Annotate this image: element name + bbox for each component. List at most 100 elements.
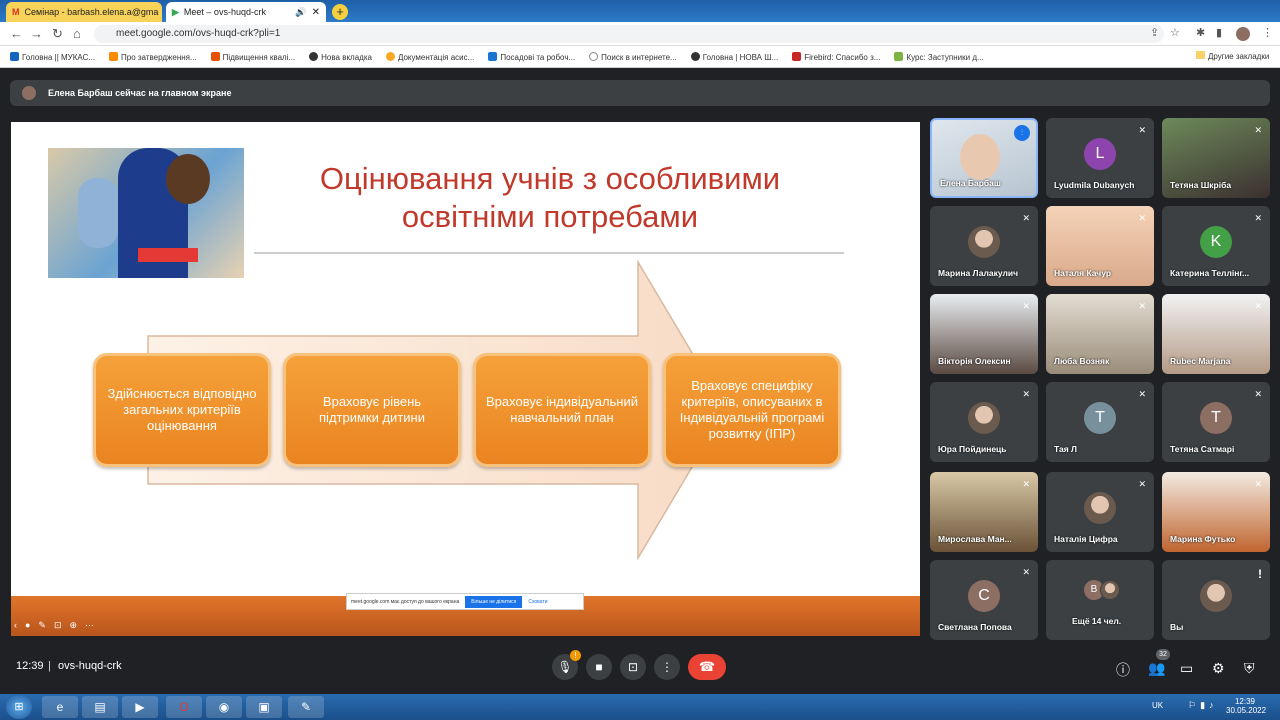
bookmarks-bar: Головна || МУКАС... Про затвердження... … (0, 46, 1280, 68)
bookmark-item[interactable]: Про затвердження... (109, 51, 197, 62)
participant-name: Lyudmila Dubanych (1054, 180, 1135, 190)
tray-icons[interactable]: ⚐▮♪ (1188, 700, 1218, 711)
bookmark-item[interactable]: Документація асис... (385, 51, 474, 62)
mic-off-icon: ✕ (1138, 213, 1146, 223)
folder-icon[interactable]: ▤ (82, 696, 118, 718)
participant-name: Марина Футько (1170, 534, 1236, 544)
bookmark-item[interactable]: Firebird: Спасибо з... (792, 51, 880, 62)
language-indicator[interactable]: UK (1152, 701, 1163, 710)
banner-text: Елена Барбаш сейчас на главном экране (48, 88, 232, 98)
participant-tile[interactable]: ✕ Rubec Marjana (1162, 294, 1270, 374)
participant-tile[interactable]: ✕ Наталя Качур (1046, 206, 1154, 286)
security-icon[interactable]: ⛨ (1244, 660, 1255, 677)
start-button[interactable]: ⊞ (6, 695, 32, 719)
bookmark-item[interactable]: Нова вкладка (309, 51, 372, 62)
present-icon: ⊡ (627, 660, 639, 674)
present-button[interactable]: ⊡ (620, 654, 646, 680)
camera-button[interactable]: ■ (586, 654, 612, 680)
participant-tile[interactable]: ✕ T Тая Л (1046, 382, 1154, 462)
participant-name: Юра Пойдинець (938, 444, 1007, 454)
mic-off-icon: ✕ (1254, 301, 1262, 311)
chrome-icon[interactable]: ◉ (206, 696, 242, 718)
other-bookmarks[interactable]: Другие закладки (1196, 51, 1269, 61)
gmail-icon: M (12, 7, 20, 17)
opera-icon[interactable]: O (166, 696, 202, 718)
new-tab-button[interactable]: + (332, 4, 348, 20)
participant-tile[interactable]: ✕ Юра Пойдинець (930, 382, 1038, 462)
participant-tile[interactable]: ✕ L Lyudmila Dubanych (1046, 118, 1154, 198)
bookmark-item[interactable]: Підвищення квалі... (210, 51, 295, 62)
meeting-time: 12:39 (16, 660, 44, 672)
participant-name: Тая Л (1054, 444, 1077, 454)
clock-date: 30.05.2022 (1226, 706, 1267, 715)
participant-tile[interactable]: ✕ Тетяна Шкріба (1162, 118, 1270, 198)
camera-icon: ■ (595, 660, 603, 674)
participant-tile[interactable]: ✕ Мирослава Ман... (930, 472, 1038, 552)
back-icon[interactable]: ← (10, 26, 23, 41)
stop-sharing-button[interactable]: Більше не ділитися (465, 595, 523, 608)
slide-box: Враховує рівень підтримки дитини (283, 353, 461, 467)
tab-seminar[interactable]: M Семінар - barbash.elena.a@gma ✕ (6, 2, 162, 22)
participant-tile[interactable]: ✕ Марина Лалакулич (930, 206, 1038, 286)
participant-tile[interactable]: ✕ Наталія Цифра (1046, 472, 1154, 552)
more-participants-tile[interactable]: B Ещё 14 чел. (1046, 560, 1154, 640)
activities-icon[interactable]: ⚙ (1212, 660, 1225, 677)
participant-tile[interactable]: ✕ Вікторія Олексин (930, 294, 1038, 374)
bookmark-item[interactable]: Головна | НОВА Ш... (690, 51, 778, 62)
mic-off-icon: ✕ (1254, 479, 1262, 489)
hide-button[interactable]: Сховати (528, 599, 547, 605)
bookmark-item[interactable]: Поиск в интернете... (589, 51, 677, 62)
forward-icon[interactable]: → (30, 26, 43, 41)
participant-tile[interactable]: ✕ Люба Возняк (1046, 294, 1154, 374)
reload-icon[interactable]: ↻ (52, 26, 63, 42)
menu-icon[interactable]: ⋮ (1262, 26, 1273, 39)
avatar: T (1084, 402, 1116, 434)
leave-call-button[interactable]: ☎ (688, 654, 726, 680)
media-icon[interactable]: ▶ (122, 696, 158, 718)
share-toast: meet.google.com має доступ до вашого екр… (346, 593, 584, 610)
ie-icon[interactable]: e (42, 696, 78, 718)
slide-photo (48, 148, 244, 278)
participant-name: Мирослава Ман... (938, 534, 1012, 544)
participant-tile[interactable]: ⫶ Елена Барбаш (930, 118, 1038, 198)
participant-name: Елена Барбаш (940, 178, 1001, 188)
tab-meet[interactable]: ▶ Meet – ovs-huqd-crk 🔊 ✕ (166, 2, 326, 22)
profile-avatar[interactable] (1236, 27, 1250, 41)
share-icon[interactable]: ⇪ (1150, 26, 1159, 39)
tool-icon[interactable]: ✎ (288, 696, 324, 718)
bookmark-item[interactable]: Головна || МУКАС... (10, 51, 95, 62)
speaker-icon: 🔊 (295, 6, 307, 17)
participant-tile[interactable]: ✕ K Катерина Теллінг... (1162, 206, 1270, 286)
bookmark-item[interactable]: Курс: Заступники д... (894, 51, 984, 62)
extensions-icon[interactable]: ✱ (1196, 26, 1205, 39)
avatar (1200, 580, 1232, 612)
participant-name: Вы (1170, 622, 1184, 632)
avatar (968, 402, 1000, 434)
people-icon[interactable]: 👥 (1148, 660, 1165, 677)
more-options-button[interactable]: ⋮ (654, 654, 680, 680)
participant-tile[interactable]: ✕ T Тетяна Сатмарі (1162, 382, 1270, 462)
slide-title: Оцінювання учнів з особливими освітніми … (319, 161, 781, 234)
avatar: C (968, 580, 1000, 612)
mic-off-icon: ✕ (1022, 301, 1030, 311)
sidebar-icon[interactable]: ▮ (1216, 26, 1222, 39)
clock: 12:39 30.05.2022 (1226, 697, 1267, 715)
separator: | (48, 660, 51, 672)
meeting-code: ovs-huqd-crk (58, 660, 122, 672)
participant-tile[interactable]: ✕ Марина Футько (1162, 472, 1270, 552)
chat-icon[interactable]: ▭ (1180, 660, 1193, 677)
clock-time: 12:39 (1234, 697, 1256, 706)
mic-off-icon: ✕ (1254, 125, 1262, 135)
bookmark-item[interactable]: Посадові та робоч... (488, 51, 575, 62)
home-icon[interactable]: ⌂ (73, 26, 81, 41)
self-tile[interactable]: ! Вы (1162, 560, 1270, 640)
camera-app-icon[interactable]: ▣ (246, 696, 282, 718)
star-icon[interactable]: ☆ (1170, 26, 1180, 39)
info-icon[interactable]: ⓘ (1116, 660, 1130, 680)
participant-name: Наталя Качур (1054, 268, 1112, 278)
participant-tile[interactable]: ✕ C Светлана Попова (930, 560, 1038, 640)
close-icon[interactable]: ✕ (312, 7, 320, 18)
hangup-icon: ☎ (698, 659, 716, 674)
url-field[interactable]: meet.google.com/ovs-huqd-crk?pli=1 (94, 25, 1164, 43)
slide-controls[interactable]: ‹●✎⊡⊕⋯ (14, 620, 102, 631)
